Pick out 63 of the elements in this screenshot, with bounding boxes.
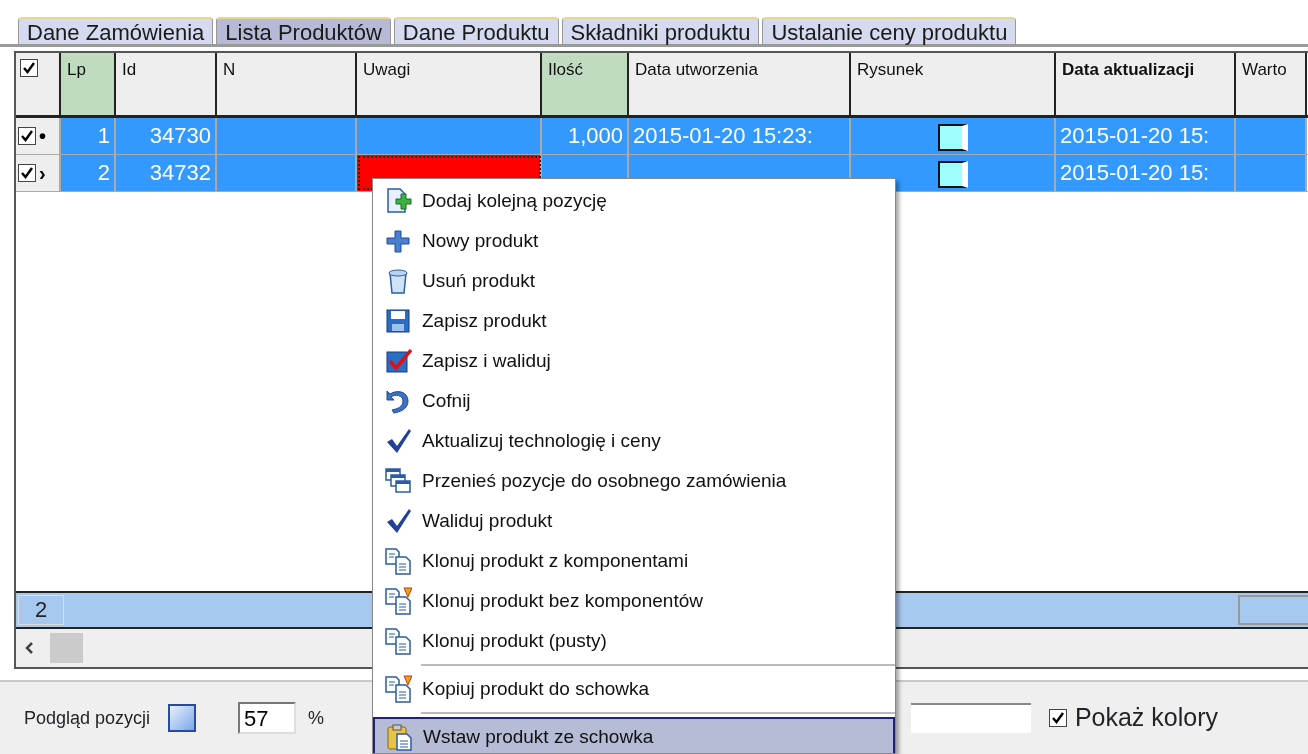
checkbox[interactable] — [1048, 709, 1067, 727]
column-header[interactable]: Warto — [1236, 53, 1307, 115]
column-header[interactable]: Data aktualizacji — [1056, 53, 1236, 115]
scroll-left-icon[interactable] — [24, 641, 34, 655]
checked-box-icon — [384, 347, 412, 375]
column-header[interactable]: Rysunek — [851, 53, 1056, 115]
menu-item[interactable]: Dodaj kolejną pozycję — [373, 181, 895, 221]
checkbox[interactable] — [18, 164, 36, 182]
table-cell: 1,000 — [542, 118, 629, 154]
menu-item[interactable]: Wstaw produkt ze schowka — [373, 717, 895, 753]
column-header[interactable]: Id — [116, 53, 217, 115]
table-cell: 2015-01-20 15: — [1056, 118, 1236, 154]
windows-icon — [384, 467, 412, 495]
menu-item[interactable]: Przenieś pozycje do osobnego zamówienia — [373, 461, 895, 501]
checkbox[interactable] — [18, 127, 36, 145]
table-cell: 34730 — [116, 118, 217, 154]
clipboard-icon — [385, 723, 413, 751]
documents-icon — [384, 675, 412, 703]
column-header[interactable]: Ilość — [542, 53, 629, 115]
footer-cell — [1238, 595, 1308, 625]
menu-item[interactable]: Klonuj produkt (pusty) — [373, 621, 895, 661]
table-cell: 2015-01-20 15: — [1056, 155, 1236, 191]
table-cell: 2 — [61, 155, 116, 191]
document-plus-icon — [384, 187, 412, 215]
tab[interactable]: Lista Produktów — [216, 17, 391, 44]
column-header[interactable]: N — [217, 53, 357, 115]
scrollbar-thumb[interactable] — [50, 633, 83, 663]
checkbox[interactable] — [20, 59, 38, 77]
text-field[interactable] — [910, 703, 1031, 733]
menu-item[interactable]: Usuń produkt — [373, 261, 895, 301]
menu-item[interactable]: Nowy produkt — [373, 221, 895, 261]
table-cell: 34732 — [116, 155, 217, 191]
check-icon — [384, 507, 412, 535]
menu-item[interactable]: Kopiuj produkt do schowka — [373, 669, 895, 709]
menu-item[interactable]: Cofnij — [373, 381, 895, 421]
tab[interactable]: Dane Zamówienia — [18, 17, 214, 44]
menu-item[interactable]: Klonuj produkt bez komponentów — [373, 581, 895, 621]
plus-icon — [384, 227, 412, 255]
menu-item[interactable]: Zapisz i waliduj — [373, 341, 895, 381]
documents-icon — [384, 587, 412, 615]
row-indicator: › — [39, 160, 46, 186]
row-count: 2 — [18, 595, 64, 625]
checkbox-label: Pokaż kolory — [1074, 702, 1218, 734]
menu-item[interactable]: Klonuj produkt z komponentami — [373, 541, 895, 581]
tab[interactable]: Składniki produktu — [561, 17, 760, 44]
percent-label: % — [308, 706, 325, 730]
row-indicator: • — [39, 123, 46, 149]
menu-item[interactable]: Aktualizuj technologię i ceny — [373, 421, 895, 461]
table-cell: 2015-01-20 15:23: — [629, 118, 851, 154]
documents-icon — [384, 627, 412, 655]
column-header[interactable]: Lp — [61, 53, 116, 115]
check-icon — [384, 427, 412, 455]
tab[interactable]: Ustalanie ceny produktu — [762, 17, 1017, 44]
menu-item[interactable]: Waliduj produkt — [373, 501, 895, 541]
table-cell: 1 — [61, 118, 116, 154]
menu-item[interactable]: Zapisz produkt — [373, 301, 895, 341]
zoom-field[interactable]: 57 — [238, 702, 297, 734]
preview-label: Podgląd pozycji — [24, 706, 151, 730]
column-header[interactable]: Data utworzenia — [629, 53, 851, 115]
tab[interactable]: Dane Produktu — [393, 17, 559, 44]
documents-icon — [384, 547, 412, 575]
column-header[interactable]: Uwagi — [357, 53, 542, 115]
color-button[interactable] — [168, 704, 197, 732]
